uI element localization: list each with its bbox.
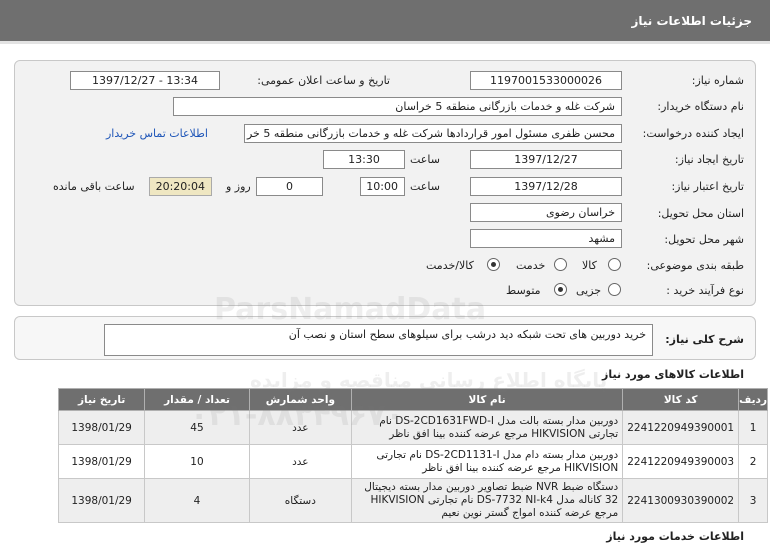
col-code: کد کالا xyxy=(622,388,740,411)
item-code: 2241220949390001 xyxy=(622,410,740,445)
item-unit: دستگاه xyxy=(248,478,352,523)
goods-section-title: اطلاعات کالاهای مورد نیاز xyxy=(602,368,744,381)
need-number-field[interactable]: 1197001533000026 xyxy=(470,71,622,90)
valid-time-field[interactable]: 10:00 xyxy=(360,177,405,196)
process-option-minor: جزیی xyxy=(576,284,602,297)
created-date-label: تاریخ ایجاد نیاز: xyxy=(674,153,744,166)
goods-table: ردیف کد کالا نام کالا واحد شمارش تعداد /… xyxy=(57,388,768,523)
category-option-goods: کالا xyxy=(582,259,597,272)
item-qty: 10 xyxy=(144,444,250,479)
city-field[interactable]: مشهد xyxy=(470,229,622,248)
buyer-org-label: نام دستگاه خریدار: xyxy=(657,100,744,113)
announce-datetime-field[interactable]: 1397/12/27 - 13:34 xyxy=(70,71,220,90)
need-number-label: شماره نیاز: xyxy=(691,74,744,87)
page-title: جزئیات اطلاعات نیاز xyxy=(631,14,752,28)
row-number: 2 xyxy=(738,444,768,479)
valid-date-field[interactable]: 1397/12/28 xyxy=(470,177,622,196)
item-name: دوربین مدار بسته دام مدل DS-2CD1131-I نا… xyxy=(350,444,624,479)
created-time-field[interactable]: 13:30 xyxy=(323,150,405,169)
item-name: دوربین مدار بسته بالت مدل DS-2CD1631FWD-… xyxy=(350,410,624,445)
description-label: شرح کلی نیاز: xyxy=(665,333,744,346)
item-qty: 4 xyxy=(144,478,250,523)
buyer-contact-link[interactable]: اطلاعات تماس خریدار xyxy=(106,127,208,140)
remaining-days-field[interactable]: 0 xyxy=(256,177,323,196)
table-row[interactable]: 1 2241220949390001 دوربین مدار بسته بالت… xyxy=(57,410,768,445)
category-option-service: خدمت xyxy=(516,259,546,272)
item-date: 1398/01/29 xyxy=(57,410,146,445)
col-unit: واحد شمارش xyxy=(248,388,352,411)
description-field[interactable]: خرید دوربین های تحت شبکه دید درشب برای س… xyxy=(104,324,653,356)
goods-table-header: ردیف کد کالا نام کالا واحد شمارش تعداد /… xyxy=(57,388,768,411)
created-date-field[interactable]: 1397/12/27 xyxy=(470,150,622,169)
table-row[interactable]: 2 2241220949390003 دوربین مدار بسته دام … xyxy=(57,444,768,479)
item-qty: 45 xyxy=(144,410,250,445)
category-option-goods-service: کالا/خدمت xyxy=(426,259,474,272)
remaining-hours-label: ساعت باقی مانده xyxy=(53,180,135,193)
col-row: ردیف xyxy=(738,388,768,411)
category-radio-service[interactable] xyxy=(554,258,567,271)
row-number: 3 xyxy=(738,478,768,523)
col-name: نام کالا xyxy=(350,388,624,411)
table-row[interactable]: 3 2241300930390002 دستگاه ضبط NVR ضبط تص… xyxy=(57,478,768,523)
valid-time-label: ساعت xyxy=(410,180,440,193)
item-code: 2241300930390002 xyxy=(622,478,740,523)
process-radio-minor[interactable] xyxy=(608,283,621,296)
process-radio-medium[interactable] xyxy=(554,283,567,296)
item-name: دستگاه ضبط NVR ضبط تصاویر دوربین مدار بس… xyxy=(350,478,624,523)
valid-date-label: تاریخ اعتبار نیاز: xyxy=(671,180,744,193)
day-and-label: روز و xyxy=(226,180,251,193)
process-label: نوع فرآیند خرید : xyxy=(666,284,744,297)
announce-datetime-label: تاریخ و ساعت اعلان عمومی: xyxy=(257,74,390,87)
item-unit: عدد xyxy=(248,410,352,445)
category-radio-goods[interactable] xyxy=(608,258,621,271)
process-option-medium: متوسط xyxy=(506,284,541,297)
created-time-label: ساعت xyxy=(410,153,440,166)
col-date: تاریخ نیاز xyxy=(57,388,146,411)
item-unit: عدد xyxy=(248,444,352,479)
buyer-org-field[interactable]: شرکت غله و خدمات بازرگانی منطقه 5 خراسان xyxy=(173,97,622,116)
city-label: شهر محل تحویل: xyxy=(664,233,744,246)
row-number: 1 xyxy=(738,410,768,445)
category-label: طبقه بندی موضوعی: xyxy=(646,259,744,272)
countdown-timer: 20:20:04 xyxy=(149,177,212,196)
category-radio-goods-service[interactable] xyxy=(487,258,500,271)
province-label: استان محل تحویل: xyxy=(657,207,744,220)
requester-label: ایجاد کننده درخواست: xyxy=(642,127,744,140)
services-section-title: اطلاعات خدمات مورد نیاز xyxy=(606,530,744,543)
item-date: 1398/01/29 xyxy=(57,444,146,479)
col-qty: تعداد / مقدار xyxy=(144,388,250,411)
item-date: 1398/01/29 xyxy=(57,478,146,523)
item-code: 2241220949390003 xyxy=(622,444,740,479)
province-field[interactable]: خراسان رضوی xyxy=(470,203,622,222)
requester-field[interactable]: محسن ظفری مسئول امور قراردادها شرکت غله … xyxy=(244,124,622,143)
